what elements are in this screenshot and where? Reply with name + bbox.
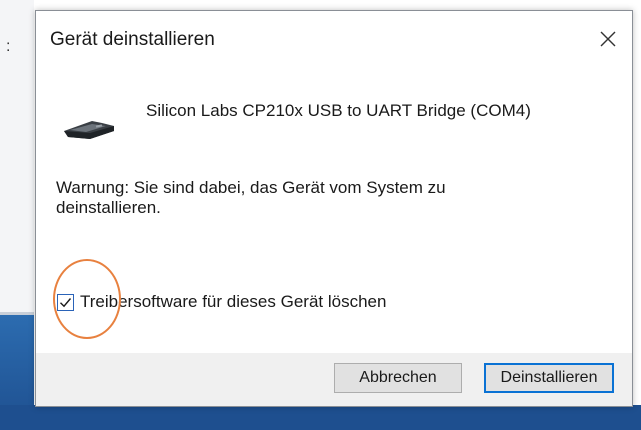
uninstall-device-dialog: Gerät deinstallieren Silicon Labs CP210x… <box>35 10 633 407</box>
usb-device-icon <box>64 121 114 139</box>
title-bar: Gerät deinstallieren <box>36 11 632 73</box>
background-window-glyph: : <box>6 38 11 55</box>
cancel-button[interactable]: Abbrechen <box>334 363 462 393</box>
close-button[interactable] <box>592 23 624 55</box>
checkmark-icon <box>60 297 72 307</box>
dialog-title: Gerät deinstallieren <box>50 29 215 50</box>
taskbar <box>0 405 641 430</box>
uninstall-button[interactable]: Deinstallieren <box>484 363 614 393</box>
screen: : Gerät deinstallieren Silicon Labs CP21… <box>0 0 641 430</box>
delete-driver-checkbox[interactable] <box>57 293 74 311</box>
warning-text: Warnung: Sie sind dabei, das Gerät vom S… <box>56 178 446 217</box>
close-icon <box>600 31 616 47</box>
delete-driver-label: Treibersoftware für dieses Gerät löschen <box>80 292 387 311</box>
device-name: Silicon Labs CP210x USB to UART Bridge (… <box>146 101 531 120</box>
delete-driver-checkbox-row[interactable]: Treibersoftware für dieses Gerät löschen <box>57 291 386 313</box>
